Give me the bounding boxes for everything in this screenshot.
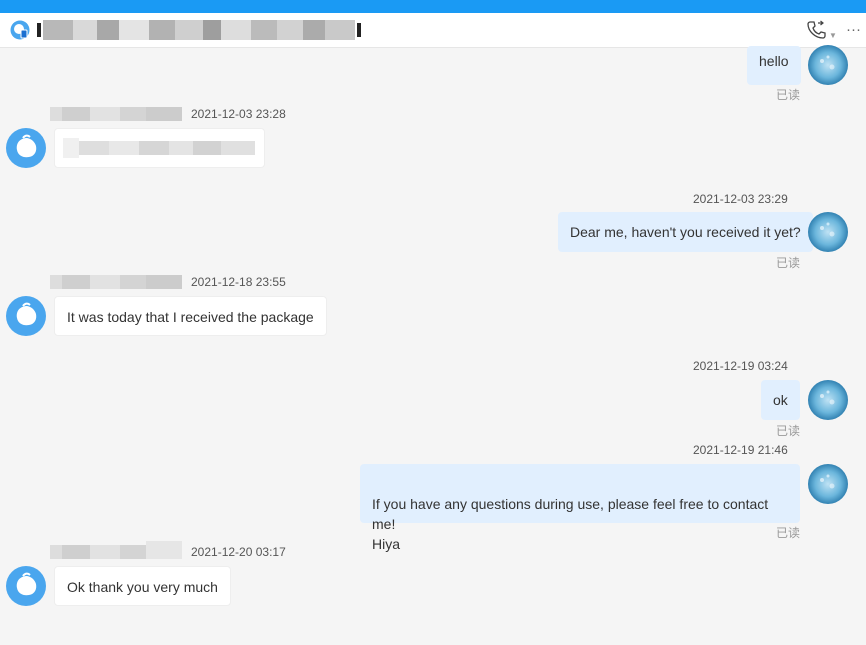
- self-avatar[interactable]: [808, 464, 848, 504]
- message-text: If you have any questions during use, pl…: [372, 496, 769, 552]
- contact-avatar[interactable]: [6, 296, 46, 336]
- message-bubble-self[interactable]: Dear me, haven't you received it yet?: [558, 212, 813, 252]
- message-text: It was today that I received the package: [67, 309, 314, 325]
- chat-header: ▼ ···: [0, 13, 866, 48]
- contact-avatar[interactable]: [6, 566, 46, 606]
- self-avatar[interactable]: [808, 212, 848, 252]
- self-avatar[interactable]: [808, 45, 848, 85]
- message-timestamp: 2021-12-20 03:17: [191, 545, 286, 559]
- sender-name: [50, 541, 182, 559]
- self-avatar[interactable]: [808, 380, 848, 420]
- message-timestamp: 2021-12-18 23:55: [191, 275, 286, 289]
- message-timestamp: 2021-12-19 21:46: [693, 443, 788, 457]
- message-timestamp: 2021-12-03 23:28: [191, 107, 286, 121]
- message-bubble-other[interactable]: [54, 128, 265, 168]
- read-status: 已读: [776, 424, 801, 438]
- message-text: hello: [759, 53, 789, 69]
- sender-name: [50, 275, 182, 289]
- message-text: Dear me, haven't you received it yet?: [570, 224, 801, 240]
- contact-name: [37, 20, 363, 42]
- more-icon[interactable]: ···: [846, 21, 861, 38]
- message-bubble-other[interactable]: It was today that I received the package: [54, 296, 327, 336]
- read-status: 已读: [776, 526, 801, 540]
- message-bubble-self[interactable]: ok: [761, 380, 800, 420]
- phone-icon[interactable]: [806, 20, 826, 40]
- message-bubble-other[interactable]: Ok thank you very much: [54, 566, 231, 606]
- message-text: Ok thank you very much: [67, 579, 218, 595]
- message-bubble-self[interactable]: If you have any questions during use, pl…: [360, 464, 800, 552]
- read-status: 已读: [776, 256, 801, 270]
- message-timestamp: 2021-12-03 23:29: [693, 192, 788, 206]
- sender-name: [50, 107, 182, 121]
- message-text: ok: [773, 392, 788, 408]
- app-logo-icon: [10, 20, 30, 40]
- window-top-bar: [0, 0, 866, 13]
- message-bubble-self[interactable]: hello: [747, 46, 801, 85]
- message-list[interactable]: hello 已读 2021-12-03 23:28 2021-12-03 23:…: [0, 45, 866, 645]
- chevron-down-icon[interactable]: ▼: [829, 31, 837, 40]
- message-timestamp: 2021-12-19 03:24: [693, 359, 788, 373]
- contact-avatar[interactable]: [6, 128, 46, 168]
- read-status: 已读: [776, 88, 801, 102]
